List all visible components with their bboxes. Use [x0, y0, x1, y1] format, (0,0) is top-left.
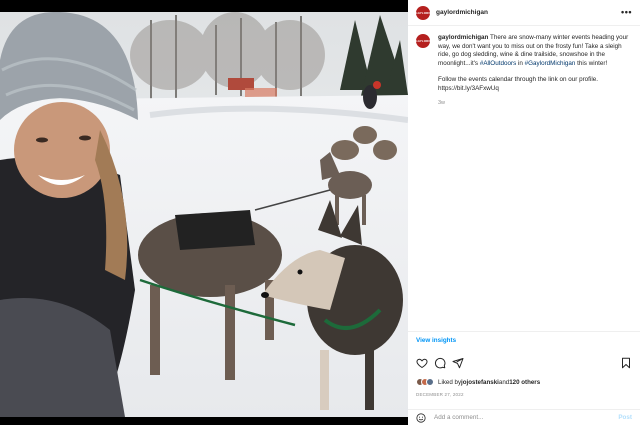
avatar-logo-text: GAYLORD	[415, 10, 431, 15]
caption-username[interactable]: gaylordmichigan	[438, 34, 488, 41]
share-icon[interactable]	[452, 357, 464, 369]
comment-input[interactable]	[434, 414, 619, 421]
caption-text: Follow the events calendar through the l…	[438, 76, 598, 83]
heart-icon[interactable]	[416, 357, 428, 369]
hashtag-link[interactable]: #GaylordMichigan	[525, 60, 576, 67]
caption-age: 3w	[438, 100, 446, 106]
post-header: GAYLORD gaylordmichigan •••	[408, 0, 640, 26]
caption-paragraph-1: gaylordmichigan There are snow-many wint…	[438, 34, 632, 68]
post-caption: GAYLORD gaylordmichigan There are snow-m…	[408, 26, 640, 108]
comment-bar: Post	[408, 409, 640, 425]
action-bar	[416, 356, 632, 370]
likes-prefix: Liked by	[438, 378, 462, 386]
avatar-logo-text: GAYLORD	[415, 39, 431, 43]
caption-text: in	[516, 59, 525, 67]
caption-text: this winter!	[575, 59, 608, 67]
post-comment-button[interactable]: Post	[618, 414, 632, 421]
likes-others-link[interactable]: 120 others	[509, 379, 540, 386]
liker-avatars[interactable]	[416, 378, 434, 386]
bookmark-icon[interactable]	[620, 357, 632, 369]
account-avatar[interactable]: GAYLORD	[415, 5, 431, 20]
comment-icon[interactable]	[434, 357, 446, 369]
more-options-icon[interactable]: •••	[621, 8, 632, 17]
likes-summary: Liked by jojostefanski and 120 others	[416, 378, 540, 386]
insights-row: View insights	[408, 331, 640, 351]
caption-paragraph-2: Follow the events calendar through the l…	[438, 76, 632, 93]
liker-avatar	[426, 378, 434, 386]
post-modal: GAYLORD gaylordmichigan ••• GAYLORD gayl…	[0, 0, 640, 425]
post-details-panel: GAYLORD gaylordmichigan ••• GAYLORD gayl…	[408, 0, 640, 425]
view-insights-link[interactable]: View insights	[416, 337, 456, 344]
caption-link: https://bit.ly/3AFxwUq	[438, 84, 499, 92]
likes-middle: and	[498, 378, 510, 386]
post-photo[interactable]	[0, 0, 408, 425]
emoji-icon[interactable]	[416, 412, 426, 423]
caption-body: gaylordmichigan There are snow-many wint…	[438, 34, 632, 108]
photo-illustration	[0, 0, 408, 425]
post-date: DECEMBER 27, 2022	[416, 392, 464, 397]
account-username[interactable]: gaylordmichigan	[436, 9, 488, 16]
hashtag-link[interactable]: #AllOutdoors	[480, 60, 516, 67]
caption-avatar[interactable]: GAYLORD	[415, 34, 431, 48]
liker-username[interactable]: jojostefanski	[461, 379, 499, 386]
